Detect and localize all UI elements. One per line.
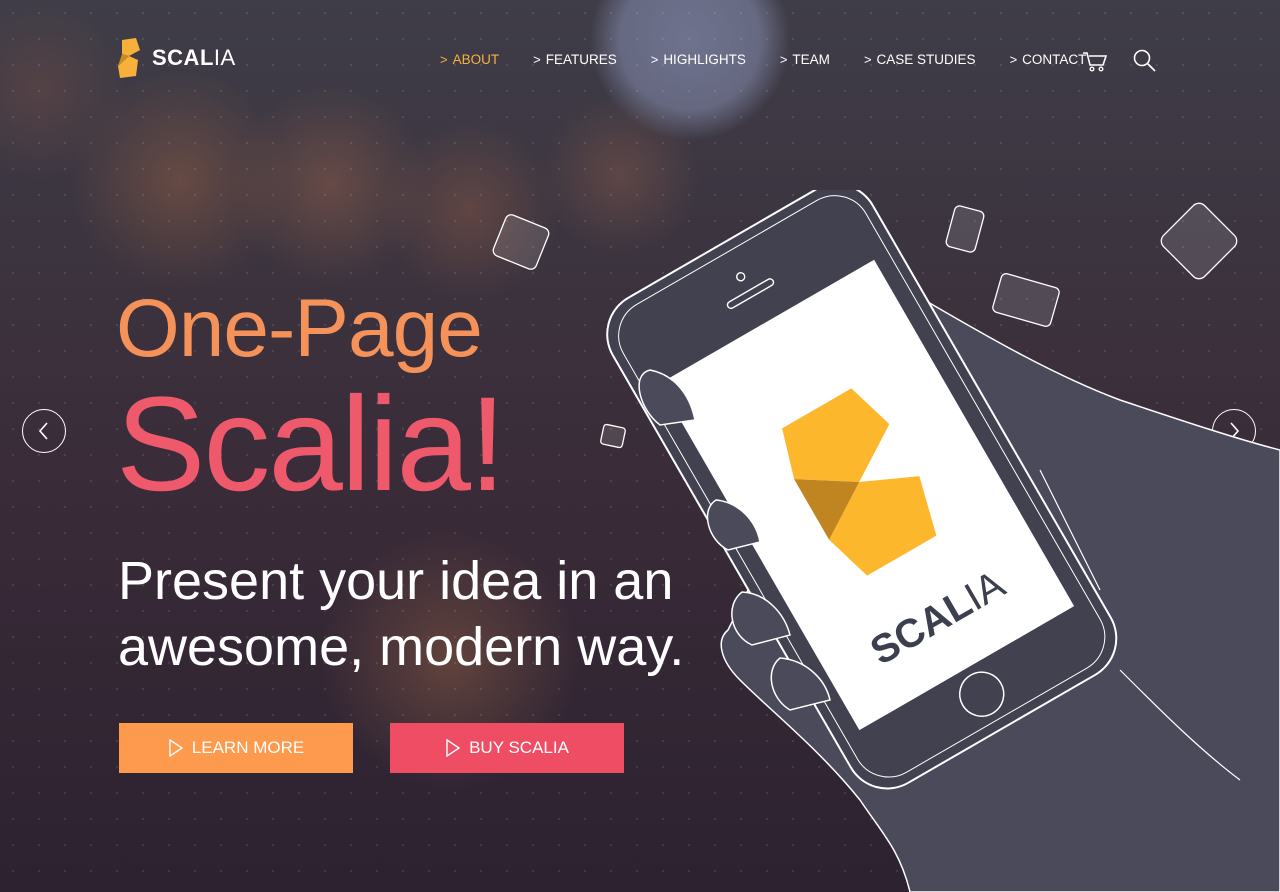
logo[interactable]: SCALIA	[116, 38, 236, 78]
play-icon	[446, 739, 461, 757]
nav-label: Case Studies	[876, 52, 976, 67]
slider-prev-button[interactable]	[22, 409, 66, 453]
nav-label: Features	[545, 52, 617, 67]
nav-chevron-icon: >	[863, 52, 872, 67]
nav-item-features[interactable]: > Features	[533, 52, 617, 67]
learn-more-label: Learn More	[191, 738, 305, 757]
nav-label: About	[452, 52, 500, 67]
scalia-logo-icon	[118, 38, 140, 78]
nav-item-case-studies[interactable]: > Case Studies	[864, 52, 976, 67]
nav-label: Team	[792, 52, 830, 67]
main-nav: > About > Features > Highlights > Team > Case…	[440, 52, 1120, 67]
chevron-left-icon	[38, 422, 48, 440]
nav-chevron-icon: >	[1009, 52, 1018, 67]
nav-chevron-icon: >	[650, 52, 659, 67]
nav-item-team[interactable]: > Team	[780, 52, 830, 67]
logo-text: SCALIA	[152, 45, 236, 71]
nav-item-about[interactable]: > About	[440, 52, 499, 67]
play-icon	[169, 739, 184, 757]
nav-label: Highlights	[663, 52, 746, 67]
nav-chevron-icon: >	[533, 52, 541, 67]
logo-text-light: IA	[213, 45, 236, 70]
nav-label: Contact	[1022, 52, 1087, 67]
hero-title-line2: Scalia!	[116, 370, 506, 519]
learn-more-button[interactable]: Learn More	[119, 723, 353, 773]
cart-icon[interactable]	[1082, 48, 1108, 74]
search-icon[interactable]	[1132, 48, 1158, 74]
hero-title-line1: One-Page	[116, 283, 483, 374]
logo-text-bold: SCAL	[152, 45, 214, 70]
phone-in-hand-illustration: SCALIA	[492, 190, 1280, 892]
nav-chevron-icon: >	[779, 52, 788, 67]
nav-chevron-icon: >	[440, 52, 448, 67]
nav-item-contact[interactable]: > Contact	[1010, 52, 1087, 67]
nav-item-highlights[interactable]: > Highlights	[651, 52, 746, 67]
